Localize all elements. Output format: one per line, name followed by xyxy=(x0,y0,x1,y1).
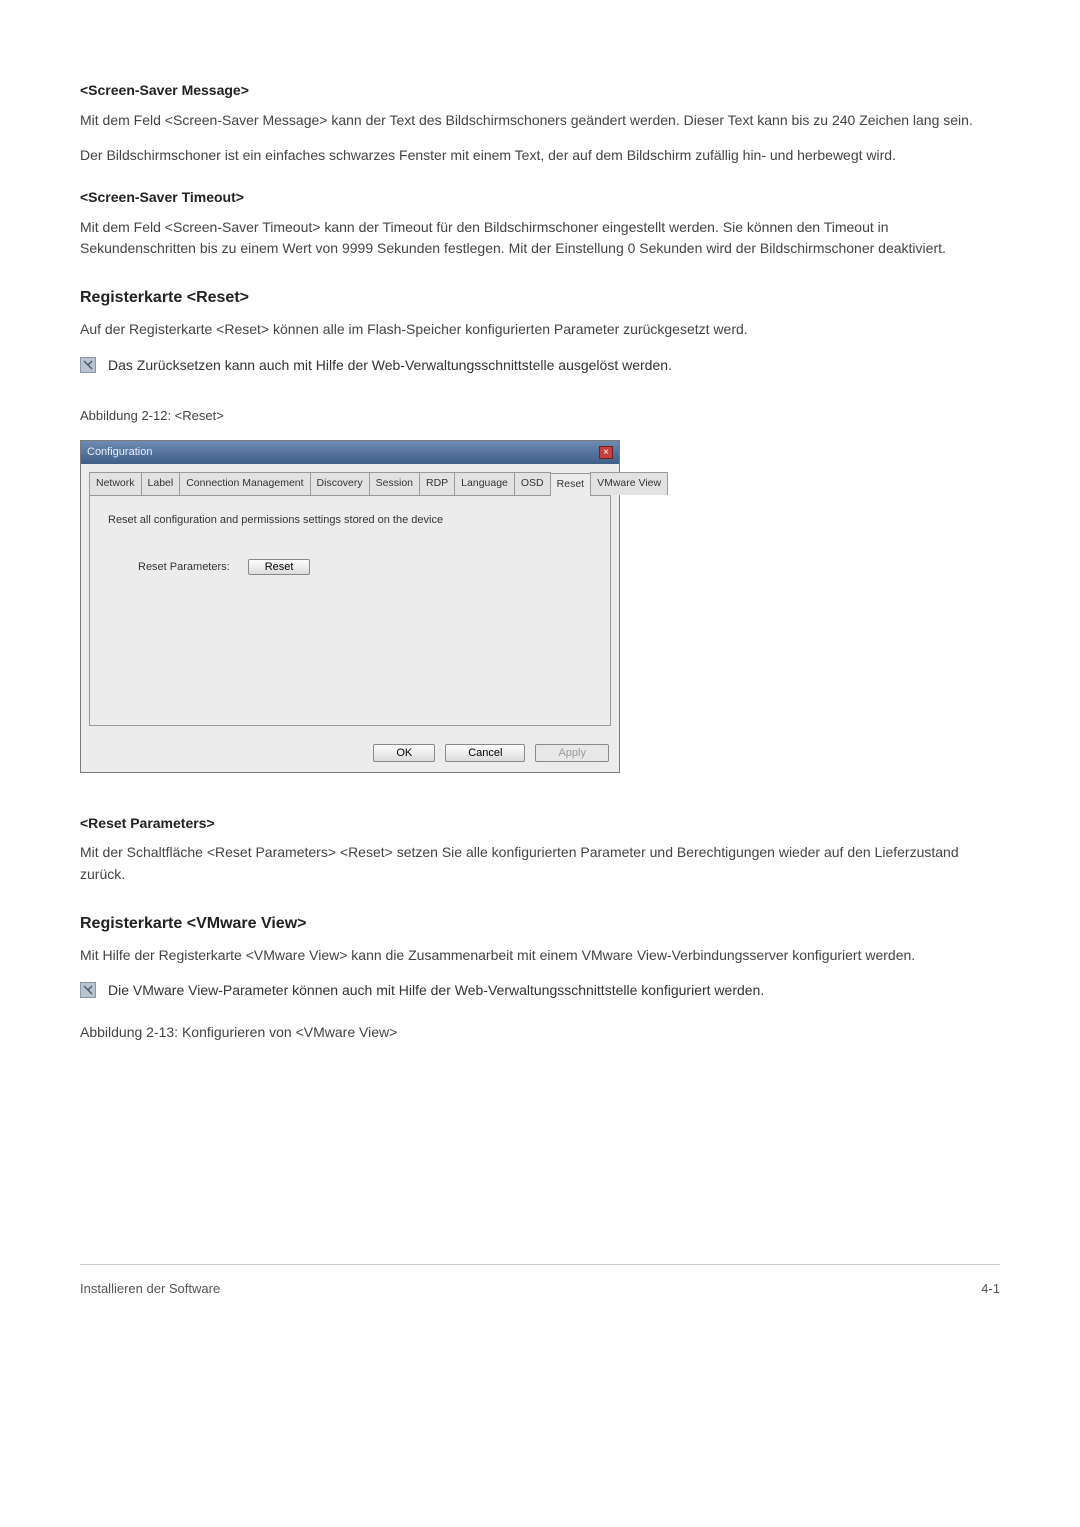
heading-register-vmware: Registerkarte <VMware View> xyxy=(80,912,1000,937)
heading-screensaver-message: <Screen-Saver Message> xyxy=(80,80,1000,102)
para-vmw-1: Mit Hilfe der Registerkarte <VMware View… xyxy=(80,945,1000,967)
cancel-button[interactable]: Cancel xyxy=(445,744,525,762)
note-reset: Das Zurücksetzen kann auch mit Hilfe der… xyxy=(80,355,1000,377)
dialog-titlebar: Configuration × xyxy=(81,441,619,464)
heading-register-reset: Registerkarte <Reset> xyxy=(80,286,1000,311)
tab-network[interactable]: Network xyxy=(89,472,142,494)
reset-parameters-label: Reset Parameters: xyxy=(138,559,230,576)
para-ssm-1: Mit dem Feld <Screen-Saver Message> kann… xyxy=(80,110,1000,132)
apply-button[interactable]: Apply xyxy=(535,744,609,762)
tab-connection-management[interactable]: Connection Management xyxy=(179,472,310,494)
heading-screensaver-timeout: <Screen-Saver Timeout> xyxy=(80,187,1000,209)
tab-row: Network Label Connection Management Disc… xyxy=(89,472,611,495)
heading-reset-parameters: <Reset Parameters> xyxy=(80,813,1000,835)
caption-2-13: Abbildung 2-13: Konfigurieren von <VMwar… xyxy=(80,1022,1000,1044)
configuration-dialog: Configuration × Network Label Connection… xyxy=(80,440,620,772)
note-reset-text: Das Zurücksetzen kann auch mit Hilfe der… xyxy=(108,355,672,377)
tab-vmware-view[interactable]: VMware View xyxy=(590,472,668,494)
para-rp-1: Mit der Schaltfläche <Reset Parameters> … xyxy=(80,842,1000,885)
close-icon[interactable]: × xyxy=(599,446,613,459)
note-icon xyxy=(80,982,96,998)
tab-panel-reset: Reset all configuration and permissions … xyxy=(89,496,611,726)
tab-session[interactable]: Session xyxy=(369,472,420,494)
dialog-title: Configuration xyxy=(87,444,152,461)
page-footer: Installieren der Software 4-1 xyxy=(80,1264,1000,1299)
caption-2-12: Abbildung 2-12: <Reset> xyxy=(80,406,1000,426)
tab-osd[interactable]: OSD xyxy=(514,472,551,494)
tab-language[interactable]: Language xyxy=(454,472,515,494)
panel-description: Reset all configuration and permissions … xyxy=(108,512,592,529)
tab-rdp[interactable]: RDP xyxy=(419,472,455,494)
reset-parameters-row: Reset Parameters: Reset xyxy=(108,559,592,576)
para-ssm-2: Der Bildschirmschoner ist ein einfaches … xyxy=(80,145,1000,167)
para-sst-1: Mit dem Feld <Screen-Saver Timeout> kann… xyxy=(80,217,1000,260)
note-vmware: Die VMware View-Parameter können auch mi… xyxy=(80,980,1000,1002)
dialog-body: Network Label Connection Management Disc… xyxy=(81,464,619,735)
footer-left: Installieren der Software xyxy=(80,1279,220,1299)
tab-discovery[interactable]: Discovery xyxy=(310,472,370,494)
para-rr-1: Auf der Registerkarte <Reset> können all… xyxy=(80,319,1000,341)
note-icon xyxy=(80,357,96,373)
ok-button[interactable]: OK xyxy=(373,744,435,762)
reset-button[interactable]: Reset xyxy=(248,559,311,575)
note-vmware-text: Die VMware View-Parameter können auch mi… xyxy=(108,980,764,1002)
tab-label[interactable]: Label xyxy=(141,472,181,494)
footer-right: 4-1 xyxy=(981,1279,1000,1299)
dialog-footer: OK Cancel Apply xyxy=(81,736,619,772)
tab-reset[interactable]: Reset xyxy=(550,473,591,495)
